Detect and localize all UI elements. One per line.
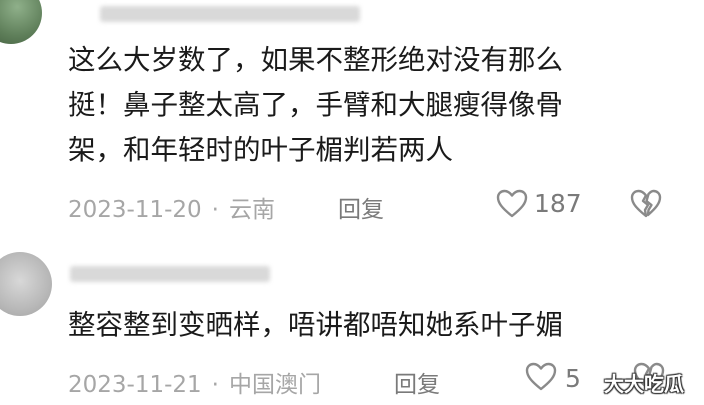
like-count: 187 bbox=[534, 189, 582, 218]
comment-line: 挺！鼻子整太高了，手臂和大腿瘦得像骨 bbox=[68, 89, 563, 121]
watermark-text: 大大吃瓜 bbox=[604, 372, 684, 396]
avatar[interactable] bbox=[0, 252, 52, 316]
reply-button[interactable]: 回复 bbox=[394, 365, 440, 399]
comment-line: 架，和年轻时的叶子楣判若两人 bbox=[68, 134, 453, 166]
comment-line: 整容整到变晒样，唔讲都唔知她系叶子媚 bbox=[68, 309, 563, 341]
heart-icon[interactable] bbox=[525, 362, 557, 392]
comment-date: 2023-11-20 bbox=[68, 197, 202, 223]
username-blurred bbox=[70, 266, 270, 282]
comment-date: 2023-11-21 bbox=[68, 372, 202, 398]
heart-icon[interactable] bbox=[496, 189, 528, 219]
comment-location: 云南 bbox=[228, 197, 275, 223]
username-blurred bbox=[100, 6, 360, 22]
avatar[interactable] bbox=[0, 0, 42, 44]
comment-line: 这么大岁数了，如果不整形绝对没有那么 bbox=[68, 44, 563, 76]
comment-meta: 2023-11-20 · 云南 bbox=[68, 190, 275, 224]
comment-body: 这么大岁数了，如果不整形绝对没有那么 挺！鼻子整太高了，手臂和大腿瘦得像骨 架，… bbox=[68, 38, 563, 173]
meta-separator: · bbox=[211, 197, 219, 223]
comment-body: 整容整到变晒样，唔讲都唔知她系叶子媚 bbox=[68, 303, 563, 348]
comment-location: 中国澳门 bbox=[228, 372, 321, 398]
meta-separator: · bbox=[211, 372, 219, 398]
reply-button[interactable]: 回复 bbox=[338, 190, 384, 224]
like-count: 5 bbox=[565, 364, 581, 393]
broken-heart-icon[interactable] bbox=[630, 189, 662, 219]
comment-meta: 2023-11-21 · 中国澳门 bbox=[68, 365, 321, 399]
